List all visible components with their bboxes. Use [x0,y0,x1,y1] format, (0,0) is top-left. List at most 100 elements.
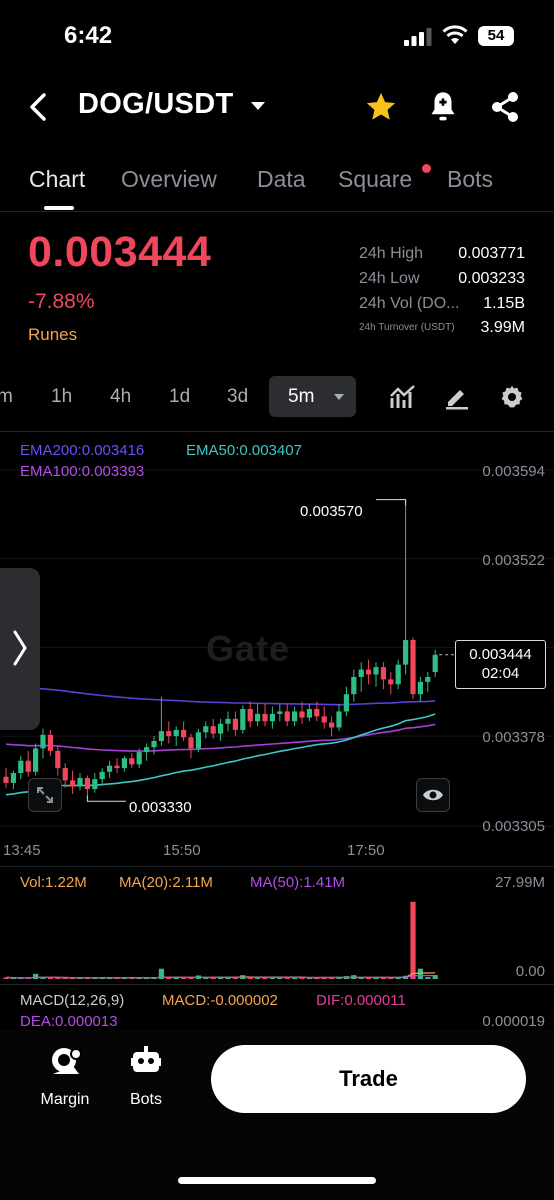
interval-option[interactable]: 1h [51,386,72,408]
candle-body [240,708,246,730]
stat-label-turnover: 24h Turnover (USDT) [359,322,455,333]
indicators-icon[interactable] [389,384,417,410]
gate-watermark-logo: Gate [206,628,291,669]
candle-body [121,758,127,769]
draw-pencil-icon[interactable] [444,384,470,410]
candle-body [284,711,290,722]
ema50-label: EMA50:0.003407 [186,442,302,459]
margin-button[interactable]: Margin [28,1046,102,1112]
volume-ma50-line [5,974,436,979]
candle-body [210,726,216,734]
volume-bar [425,977,431,979]
favorite-star-icon[interactable] [364,90,398,124]
tab-square[interactable]: Square [338,166,412,193]
candle-body [432,654,438,673]
candle-body [292,711,298,722]
interval-option[interactable]: 3d [227,386,248,408]
side-drawer-handle[interactable] [0,568,40,730]
candle-body [203,726,209,733]
wifi-icon [442,25,468,44]
stat-label-high: 24h High [359,245,424,262]
candle-body [247,708,253,722]
tab-data[interactable]: Data [257,166,306,193]
tab-chart[interactable]: Chart [29,166,85,193]
macd-dea: DEA:0.000013 [20,1013,118,1030]
price-axis-label: 0.003594 [482,463,545,480]
trade-button[interactable]: Trade [211,1045,526,1113]
tab-overview[interactable]: Overview [121,166,217,193]
candle-body [10,773,16,783]
back-arrow-icon[interactable] [26,92,50,122]
candle-body [70,780,76,787]
candle-body [188,737,194,749]
candle-body [107,765,113,772]
status-time: 6:42 [64,22,113,49]
candle-body [144,747,150,753]
candle-body [151,741,157,748]
interval-dropdown[interactable]: 5m [269,376,356,417]
pair-title[interactable]: DOG/USDT [78,88,233,121]
fullscreen-button[interactable] [28,778,62,812]
volume-bar [410,901,416,979]
candle-body [18,760,24,774]
price-alert-bell-icon[interactable] [428,90,458,124]
eye-icon [423,789,443,801]
candle-body [166,731,172,737]
ema100-label: EMA100:0.003393 [20,463,145,480]
stat-value-high: 0.003771 [458,245,525,262]
candle-body [47,734,53,751]
price-axis-label: 0.003305 [482,818,545,835]
share-icon[interactable] [490,91,520,123]
margin-icon [52,1048,82,1074]
candle-body [410,639,416,695]
candle-body [225,718,231,724]
candle-body [3,776,9,783]
candle-body [181,729,187,738]
home-indicator [178,1177,376,1184]
candle-body [92,779,98,790]
margin-label: Margin [40,1091,90,1108]
tab-bots[interactable]: Bots [447,166,493,193]
stat-label-low: 24h Low [359,270,420,287]
candle-body [136,752,142,765]
stat-value-turnover: 3.99M [480,319,525,336]
candle-body [255,713,261,722]
time-axis-label: 13:45 [3,842,41,859]
candle-body [269,713,275,722]
macd-dif: DIF:0.000011 [316,992,406,1009]
interval-option[interactable]: 4h [110,386,131,408]
interval-selected: 5m [288,386,315,407]
last-price: 0.003444 [28,228,212,276]
divider [0,984,554,985]
visibility-toggle-button[interactable] [416,778,450,812]
candle-body [403,639,409,665]
macd-axis-label: 0.000019 [482,1013,545,1030]
candle-body [314,708,320,717]
candle-body [336,711,342,728]
cellular-signal-icon [404,28,432,46]
macd-value: MACD:-0.000002 [162,992,278,1009]
candle-body [299,711,305,718]
bots-button[interactable]: Bots [118,1046,174,1112]
settings-gear-icon[interactable] [499,384,525,410]
current-price-tag: 0.003444 02:04 [455,640,546,689]
volume-axis-label: 27.99M [494,874,545,891]
volume-axis-label: 0.00 [515,963,545,980]
candle-countdown: 02:04 [481,665,520,682]
volume-bar [33,973,39,979]
category-tag[interactable]: Runes [28,325,77,345]
volume-ma50-label: MA(50):1.41M [250,874,346,891]
interval-option[interactable]: m [0,386,13,408]
candle-body [306,708,312,718]
time-axis-label: 17:50 [347,842,385,859]
chevron-down-icon[interactable] [250,100,266,112]
notification-dot [422,164,431,173]
volume-ma20-label: MA(20):2.11M [119,874,213,891]
caret-down-icon [334,394,344,400]
candle-body [62,768,68,781]
interval-option[interactable]: 1d [169,386,190,408]
candle-body [358,669,364,677]
candle-body [373,667,379,675]
candle-body [173,729,179,737]
price-change: -7.88% [28,290,95,313]
